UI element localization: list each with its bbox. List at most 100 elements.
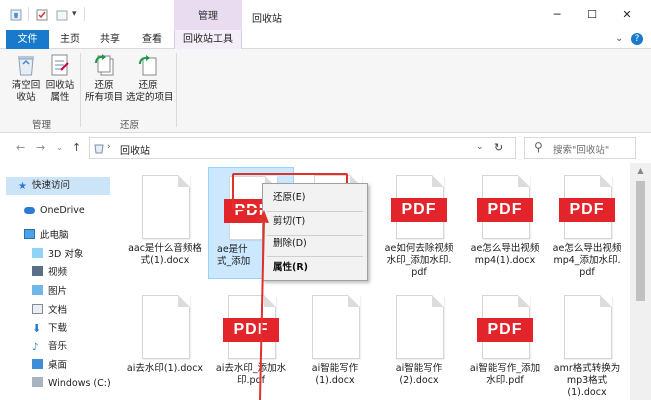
file-list: aac是什么音频格 式(1).docx PDF ae是什 式_添加 PDF ae…	[112, 163, 630, 400]
file-item[interactable]: ai智能写作 (2).docx	[376, 287, 462, 399]
menu-item-restore[interactable]: 还原(E)	[263, 188, 367, 208]
navigation-pane: ★ 快速访问 OneDrive 此电脑 3D 对象 视频 图片 文档 ⬇ 下载 ♪ 音…	[0, 163, 112, 400]
restore-selected-icon	[139, 55, 157, 76]
tab-home[interactable]: 主页	[54, 30, 86, 49]
recent-locations-icon[interactable]: ⌄	[56, 143, 63, 152]
back-arrow-icon[interactable]: ←	[16, 141, 25, 154]
menu-item-properties[interactable]: 属性(R)	[263, 258, 367, 278]
recycle-bin-properties-icon	[51, 54, 69, 76]
group-label-restore: 还原	[120, 120, 140, 131]
desktop-icon	[32, 359, 43, 369]
tab-recycle-bin-tools[interactable]: 回收站工具	[174, 30, 242, 49]
vertical-scrollbar[interactable]: ▲	[630, 163, 651, 400]
restore-all-items-label: 还原 所有项目	[84, 80, 123, 103]
search-icon: ⚲	[534, 140, 543, 154]
search-input[interactable]: ⚲ 搜索"回收站"	[524, 137, 636, 159]
file-name: ai智能写作_添加 水印.pdf	[469, 363, 541, 386]
scroll-up-icon[interactable]: ▲	[630, 163, 651, 179]
video-icon	[32, 266, 43, 276]
recycle-bin-location-icon	[94, 143, 104, 157]
drive-icon	[32, 377, 43, 387]
close-button[interactable]: ✕	[612, 4, 642, 26]
group-divider	[176, 53, 177, 127]
docx-file-icon	[312, 295, 360, 359]
forward-arrow-icon[interactable]: →	[36, 141, 45, 154]
picture-icon	[32, 285, 43, 295]
tab-share[interactable]: 共享	[94, 30, 126, 49]
menu-item-delete[interactable]: 删除(D)	[263, 234, 367, 254]
nav-label: 图片	[48, 286, 68, 297]
nav-label: 文档	[48, 305, 68, 316]
nav-item-desktop[interactable]: 桌面	[32, 357, 67, 375]
up-arrow-icon[interactable]: ↑	[72, 141, 81, 154]
nav-item-quick-access[interactable]: ★ 快速访问	[6, 177, 110, 195]
address-dropdown-icon[interactable]: ⌄	[476, 142, 484, 152]
restore-all-items-button[interactable]: 还原 所有项目	[82, 53, 126, 104]
nav-item-music[interactable]: ♪ 音乐	[32, 338, 67, 356]
file-name: ae如何去除视频 水印_添加水印. pdf	[384, 243, 454, 278]
file-item[interactable]: aac是什么音频格 式(1).docx	[122, 167, 208, 279]
breadcrumb-chevron-icon[interactable]: ›	[107, 142, 111, 152]
file-name: ai去水印_添加水 印.pdf	[215, 363, 287, 386]
title-bar: ▾ 管理 回收站 ─ ☐ ✕	[0, 0, 651, 30]
pdf-badge: PDF	[559, 198, 615, 222]
pdf-badge: PDF	[477, 198, 533, 222]
file-item[interactable]: amr格式转换为 mp3格式 (1).docx	[544, 287, 630, 399]
file-name: ai去水印(1).docx	[126, 363, 204, 374]
nav-item-videos[interactable]: 视频	[32, 264, 67, 282]
file-item[interactable]: PDF ai去水印_添加水 印.pdf	[208, 287, 294, 399]
empty-recycle-bin-label: 清空回 收站	[11, 80, 41, 103]
nav-item-3d-objects[interactable]: 3D 对象	[32, 246, 83, 264]
nav-item-pictures[interactable]: 图片	[32, 283, 67, 301]
recycle-bin-properties-label: 回收站 属性	[45, 80, 75, 103]
nav-label: 此电脑	[40, 230, 69, 241]
nav-label: 下载	[48, 323, 68, 334]
collapse-ribbon-icon[interactable]: ⌄	[615, 33, 623, 44]
nav-label: 3D 对象	[48, 249, 84, 260]
toolbar-divider	[84, 7, 85, 21]
help-icon[interactable]: ?	[631, 33, 643, 45]
document-icon	[32, 304, 43, 314]
file-item[interactable]: PDF ae如何去除视频 水印_添加水印. pdf	[376, 167, 462, 279]
file-item[interactable]: PDF ae怎么导出视频 mp4_添加水印. pdf	[544, 167, 630, 279]
nav-item-windows-c[interactable]: Windows (C:)	[32, 375, 111, 393]
download-icon: ⬇	[32, 322, 42, 335]
customize-toolbar-icon[interactable]: ▾	[72, 9, 77, 19]
menu-item-cut[interactable]: 剪切(T)	[263, 212, 367, 232]
music-icon: ♪	[32, 342, 39, 353]
restore-selected-items-button[interactable]: 还原 选定的项目	[126, 53, 174, 104]
address-bar[interactable]: › 回收站 ⌄ ↻	[89, 137, 516, 159]
file-item[interactable]: ai智能写作 (1).docx	[292, 287, 378, 399]
nav-item-documents[interactable]: 文档	[32, 302, 67, 320]
star-icon: ★	[18, 181, 27, 192]
restore-all-icon	[95, 54, 114, 76]
ribbon: 清空回 收站 回收站 属性 管理 还原 所有项目 还原 选定的项目 还原	[0, 49, 651, 133]
nav-label: 桌面	[48, 360, 68, 371]
recycle-bin-properties-button[interactable]: 回收站 属性	[38, 53, 82, 104]
nav-item-this-pc[interactable]: 此电脑	[24, 227, 69, 245]
breadcrumb-recycle-bin[interactable]: 回收站	[120, 142, 150, 157]
nav-item-onedrive[interactable]: OneDrive	[24, 202, 85, 220]
tab-file[interactable]: 文件	[6, 30, 49, 49]
properties-icon[interactable]	[36, 9, 48, 21]
manage-tab[interactable]: 管理	[174, 0, 242, 30]
docx-file-icon	[564, 295, 612, 359]
docx-file-icon	[142, 295, 190, 359]
menu-separator	[267, 256, 363, 257]
minimize-button[interactable]: ─	[542, 4, 572, 26]
scroll-thumb[interactable]	[636, 181, 645, 301]
file-item[interactable]: PDF ae怎么导出视频 mp4(1).docx	[462, 167, 548, 279]
tab-view[interactable]: 查看	[136, 30, 168, 49]
docx-file-icon	[142, 175, 190, 239]
file-item[interactable]: ai去水印(1).docx	[122, 287, 208, 399]
search-placeholder: 搜索"回收站"	[553, 145, 610, 156]
nav-label: 音乐	[48, 341, 68, 352]
refresh-icon[interactable]: ↻	[494, 141, 503, 154]
new-folder-icon[interactable]	[56, 9, 68, 21]
maximize-button[interactable]: ☐	[577, 4, 607, 26]
nav-item-downloads[interactable]: ⬇ 下载	[32, 320, 67, 338]
file-item[interactable]: PDF ai智能写作_添加 水印.pdf	[462, 287, 548, 399]
pdf-badge: PDF	[391, 198, 447, 222]
group-label-manage: 管理	[32, 120, 52, 131]
nav-label: OneDrive	[40, 205, 85, 216]
